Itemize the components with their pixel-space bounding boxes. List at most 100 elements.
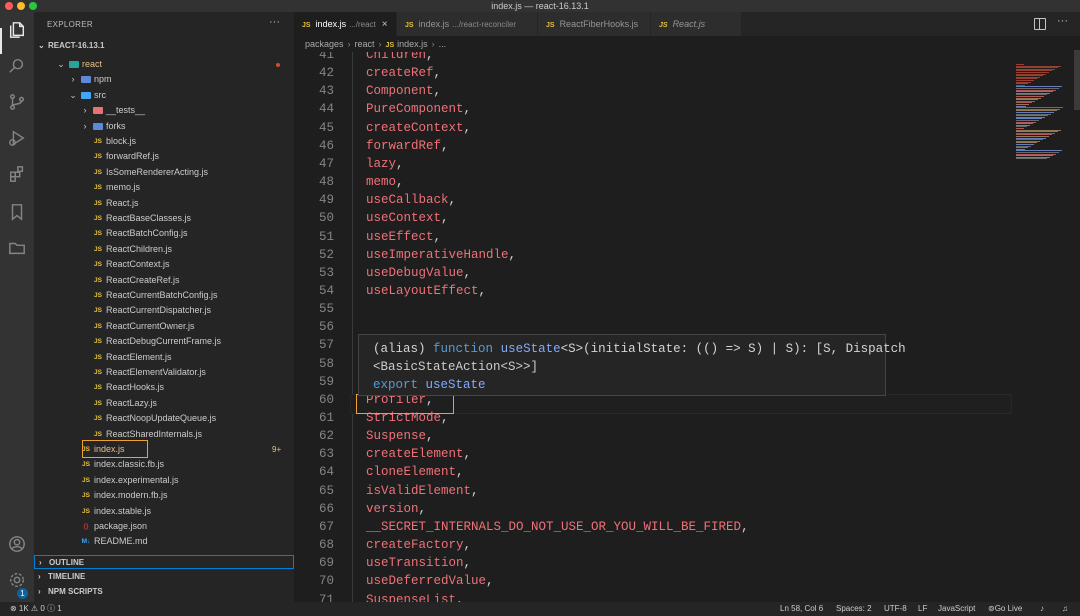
cursor-position[interactable]: Ln 58, Col 6	[780, 602, 823, 616]
code-token: createElement,	[366, 445, 471, 463]
tree-item[interactable]: › npm	[34, 72, 294, 87]
npm-scripts-section[interactable]: › NPM SCRIPTS	[34, 585, 294, 599]
tree-item[interactable]: JS ReactBatchConfig.js	[34, 226, 294, 241]
js-file-icon: JS	[302, 22, 311, 29]
tree-item[interactable]: JS index.modern.fb.js	[34, 488, 294, 503]
tree-item[interactable]: {} package.json	[34, 519, 294, 534]
tree-item[interactable]: JS ReactNoopUpdateQueue.js	[34, 411, 294, 426]
tree-item[interactable]: JS ReactCurrentDispatcher.js	[34, 303, 294, 318]
notifications-icon[interactable]: ♫	[1062, 602, 1068, 616]
tab-react-fiber-hooks[interactable]: JS ReactFiberHooks.js	[538, 12, 651, 36]
account-icon[interactable]	[7, 534, 27, 554]
bookmark-icon[interactable]	[7, 202, 27, 222]
settings-gear-icon[interactable]	[7, 570, 27, 590]
code-line: 55	[294, 300, 1014, 318]
code-token: forwardRef,	[366, 137, 449, 155]
line-number: 47	[318, 156, 334, 171]
timeline-section[interactable]: › TIMELINE	[34, 570, 294, 584]
tree-item[interactable]: JS ReactSharedInternals.js	[34, 427, 294, 442]
search-icon[interactable]	[7, 56, 27, 76]
code-token: useCallback,	[366, 191, 456, 209]
line-number: 42	[318, 66, 334, 81]
tree-item[interactable]: JS block.js	[34, 134, 294, 149]
files-icon[interactable]	[7, 20, 27, 40]
breadcrumb: packages › react › JS index.js ›...	[305, 39, 446, 49]
close-tab-icon[interactable]: ×	[382, 19, 388, 30]
more-actions-icon[interactable]: ···	[1057, 15, 1068, 27]
line-number: 68	[318, 538, 334, 553]
code-token: createRef,	[366, 64, 441, 82]
scrollbar-thumb[interactable]	[1074, 50, 1080, 110]
identifier: createRef	[366, 66, 434, 81]
folder-icon[interactable]	[7, 238, 27, 258]
code-editor[interactable]: 41 Children, 42 createRef, 43 Component, 44 Pur…	[294, 52, 1014, 602]
explorer-more-button[interactable]: ···	[269, 16, 280, 28]
minimap[interactable]	[1012, 50, 1072, 602]
tree-item[interactable]: JS ReactElement.js	[34, 350, 294, 365]
comma: ,	[741, 519, 749, 534]
breadcrumb-item[interactable]: ...	[439, 39, 447, 49]
breadcrumb-item[interactable]: react	[355, 39, 375, 49]
tree-item[interactable]: JS ReactHooks.js	[34, 380, 294, 395]
root-folder-header[interactable]: ⌄ REACT-16.13.1	[34, 39, 294, 53]
line-number: 43	[318, 84, 334, 99]
go-live-button[interactable]: ⊚ Go Live	[988, 602, 1022, 616]
extensions-icon[interactable]	[7, 164, 27, 184]
source-control-icon[interactable]	[7, 92, 27, 112]
tree-item-label: index.stable.js	[94, 505, 152, 516]
comma: ,	[463, 265, 472, 280]
tab-index-js-react[interactable]: JS index.js .../react ×	[294, 12, 397, 36]
tree-item[interactable]: JS ReactCreateRef.js	[34, 273, 294, 288]
tree-item[interactable]: JS ReactLazy.js	[34, 396, 294, 411]
line-ending[interactable]: LF	[918, 602, 927, 616]
tree-item[interactable]: › forks	[34, 119, 294, 134]
language-mode[interactable]: JavaScript	[938, 602, 975, 616]
chevron-down-icon: ⌄	[69, 89, 77, 100]
settings-badge: 1	[17, 588, 28, 599]
breadcrumb-item[interactable]: packages	[305, 39, 344, 49]
tree-item[interactable]: JS ReactElementValidator.js	[34, 365, 294, 380]
identifier: useCallback	[366, 193, 449, 208]
tree-item[interactable]: JS IsSomeRendererActing.js	[34, 165, 294, 180]
split-editor-icon[interactable]	[1034, 18, 1046, 30]
outline-section[interactable]: › OUTLINE	[34, 555, 294, 569]
tree-item[interactable]: JS index.js 9+	[34, 442, 294, 457]
tree-item-label: ReactBatchConfig.js	[106, 228, 188, 239]
tree-item[interactable]: JS index.stable.js	[34, 504, 294, 519]
comma: ,	[433, 66, 442, 81]
breadcrumb-item[interactable]: index.js	[397, 39, 428, 49]
feedback-icon[interactable]: ♪	[1040, 602, 1044, 616]
tree-item-label: react	[82, 59, 103, 69]
tree-item[interactable]: ⌄ react	[34, 57, 294, 72]
tree-item[interactable]: JS ReactChildren.js	[34, 242, 294, 257]
tab-index-js-reconciler[interactable]: JS index.js .../react-reconciler	[397, 12, 538, 36]
tab-bar: JS index.js .../react × JS index.js .../react…	[294, 12, 1080, 36]
tab-react-js[interactable]: JS React.js	[651, 12, 742, 36]
tree-item[interactable]: JS React.js	[34, 196, 294, 211]
tree-item[interactable]: JS ReactContext.js	[34, 257, 294, 272]
tree-item[interactable]: JS index.experimental.js	[34, 473, 294, 488]
problems-indicator[interactable]: ⊗ 1K ⚠ 0 ⓘ 1	[10, 602, 62, 616]
tree-item[interactable]: M↓ README.md	[34, 534, 294, 549]
run-debug-icon[interactable]	[7, 128, 27, 148]
line-number: 67	[318, 519, 334, 534]
tree-item[interactable]: JS forwardRef.js	[34, 149, 294, 164]
code-token: useTransition,	[366, 554, 471, 572]
code-line: 63 createElement,	[294, 445, 1014, 463]
code-token: cloneElement,	[366, 463, 464, 481]
comma: ,	[463, 102, 472, 117]
tree-item[interactable]: JS ReactBaseClasses.js	[34, 211, 294, 226]
tree-item[interactable]: JS memo.js	[34, 180, 294, 195]
tree-item[interactable]: JS ReactCurrentOwner.js	[34, 319, 294, 334]
tree-item[interactable]: JS ReactDebugCurrentFrame.js	[34, 334, 294, 349]
tree-item[interactable]: ⌄ src	[34, 88, 294, 103]
indentation[interactable]: Spaces: 2	[836, 602, 872, 616]
tree-item[interactable]: JS ReactCurrentBatchConfig.js	[34, 288, 294, 303]
tree-item[interactable]: JS index.classic.fb.js	[34, 457, 294, 472]
identifier: PureComponent	[366, 102, 464, 117]
encoding[interactable]: UTF-8	[884, 602, 907, 616]
tree-item[interactable]: › __tests__	[34, 103, 294, 118]
code-token: version,	[366, 500, 426, 518]
js-file-icon: JS	[94, 292, 102, 299]
editor-group: JS index.js .../react × JS index.js .../react…	[294, 12, 1080, 602]
